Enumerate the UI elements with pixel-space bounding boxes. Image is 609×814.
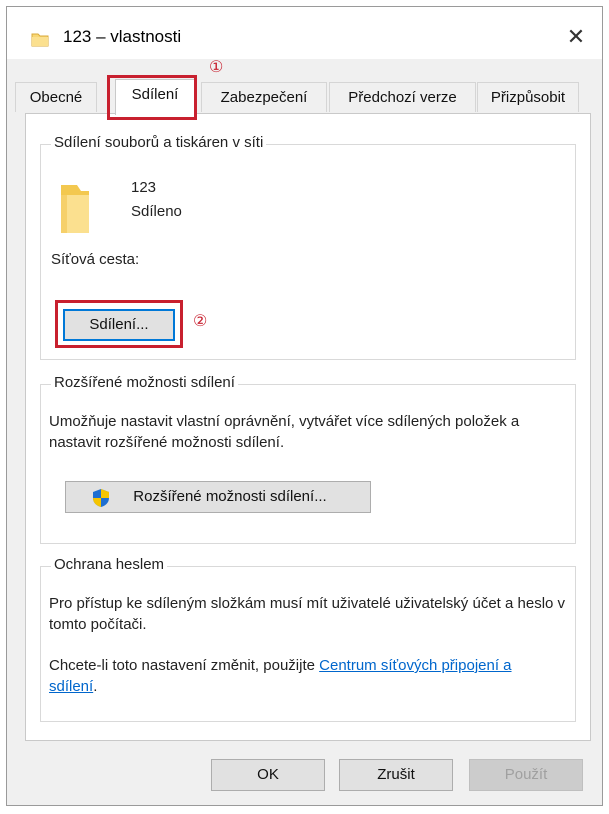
password-change-text: Chcete-li toto nastavení změnit, použijt… [49, 655, 549, 697]
advanced-sharing-group: Rozšířené možnosti sdílení Umožňuje nast… [40, 374, 576, 544]
group-title: Ochrana heslem [51, 556, 168, 573]
tab-general[interactable]: Obecné [15, 82, 97, 112]
change-text: Chcete-li toto nastavení změnit, použijt… [49, 657, 320, 674]
tab-security[interactable]: Zabezpečení [201, 82, 327, 112]
group-title: Sdílení souborů a tiskáren v síti [51, 134, 267, 151]
callout-marker-2: ② [193, 313, 208, 330]
callout-marker-1: ① [209, 59, 224, 76]
network-sharing-group: Sdílení souborů a tiskáren v síti 123 Sd… [40, 134, 576, 360]
apply-button[interactable]: Použít [469, 759, 583, 791]
group-title: Rozšířené možnosti sdílení [51, 374, 238, 391]
password-protection-description: Pro přístup ke sdíleným složkám musí mít… [49, 595, 566, 633]
ok-button[interactable]: OK [211, 759, 325, 791]
password-protection-group: Ochrana heslem Pro přístup ke sdíleným s… [40, 556, 576, 722]
uac-shield-icon [92, 488, 110, 519]
change-suffix: . [93, 678, 98, 695]
advanced-sharing-description: Umožňuje nastavit vlastní oprávnění, vyt… [49, 413, 520, 451]
properties-dialog: 123 – vlastnosti ✕ ① Obecné Sdílení Zabe… [6, 6, 603, 806]
window-title: 123 – vlastnosti [63, 27, 182, 46]
close-button[interactable]: ✕ [556, 21, 596, 53]
folder-name: 123 [131, 179, 157, 196]
cancel-button[interactable]: Zrušit [339, 759, 453, 791]
tab-customize[interactable]: Přizpůsobit [477, 82, 579, 112]
tab-previous-versions[interactable]: Předchozí verze [329, 82, 476, 112]
folder-share-status: Sdíleno [131, 203, 182, 220]
folder-icon [31, 31, 49, 52]
title-bar: 123 – vlastnosti ✕ [7, 7, 602, 59]
network-path-label: Síťová cesta: [51, 251, 140, 268]
sharing-panel: Sdílení souborů a tiskáren v síti 123 Sd… [25, 113, 591, 741]
tab-sharing[interactable]: Sdílení [115, 79, 195, 115]
close-icon: ✕ [566, 24, 586, 49]
advanced-sharing-button[interactable]: Rozšířené možnosti sdílení... [65, 481, 371, 513]
folder-large-icon [57, 181, 93, 242]
advanced-sharing-button-label: Rozšířené možnosti sdílení... [133, 488, 327, 505]
share-button[interactable]: Sdílení... [63, 309, 175, 341]
